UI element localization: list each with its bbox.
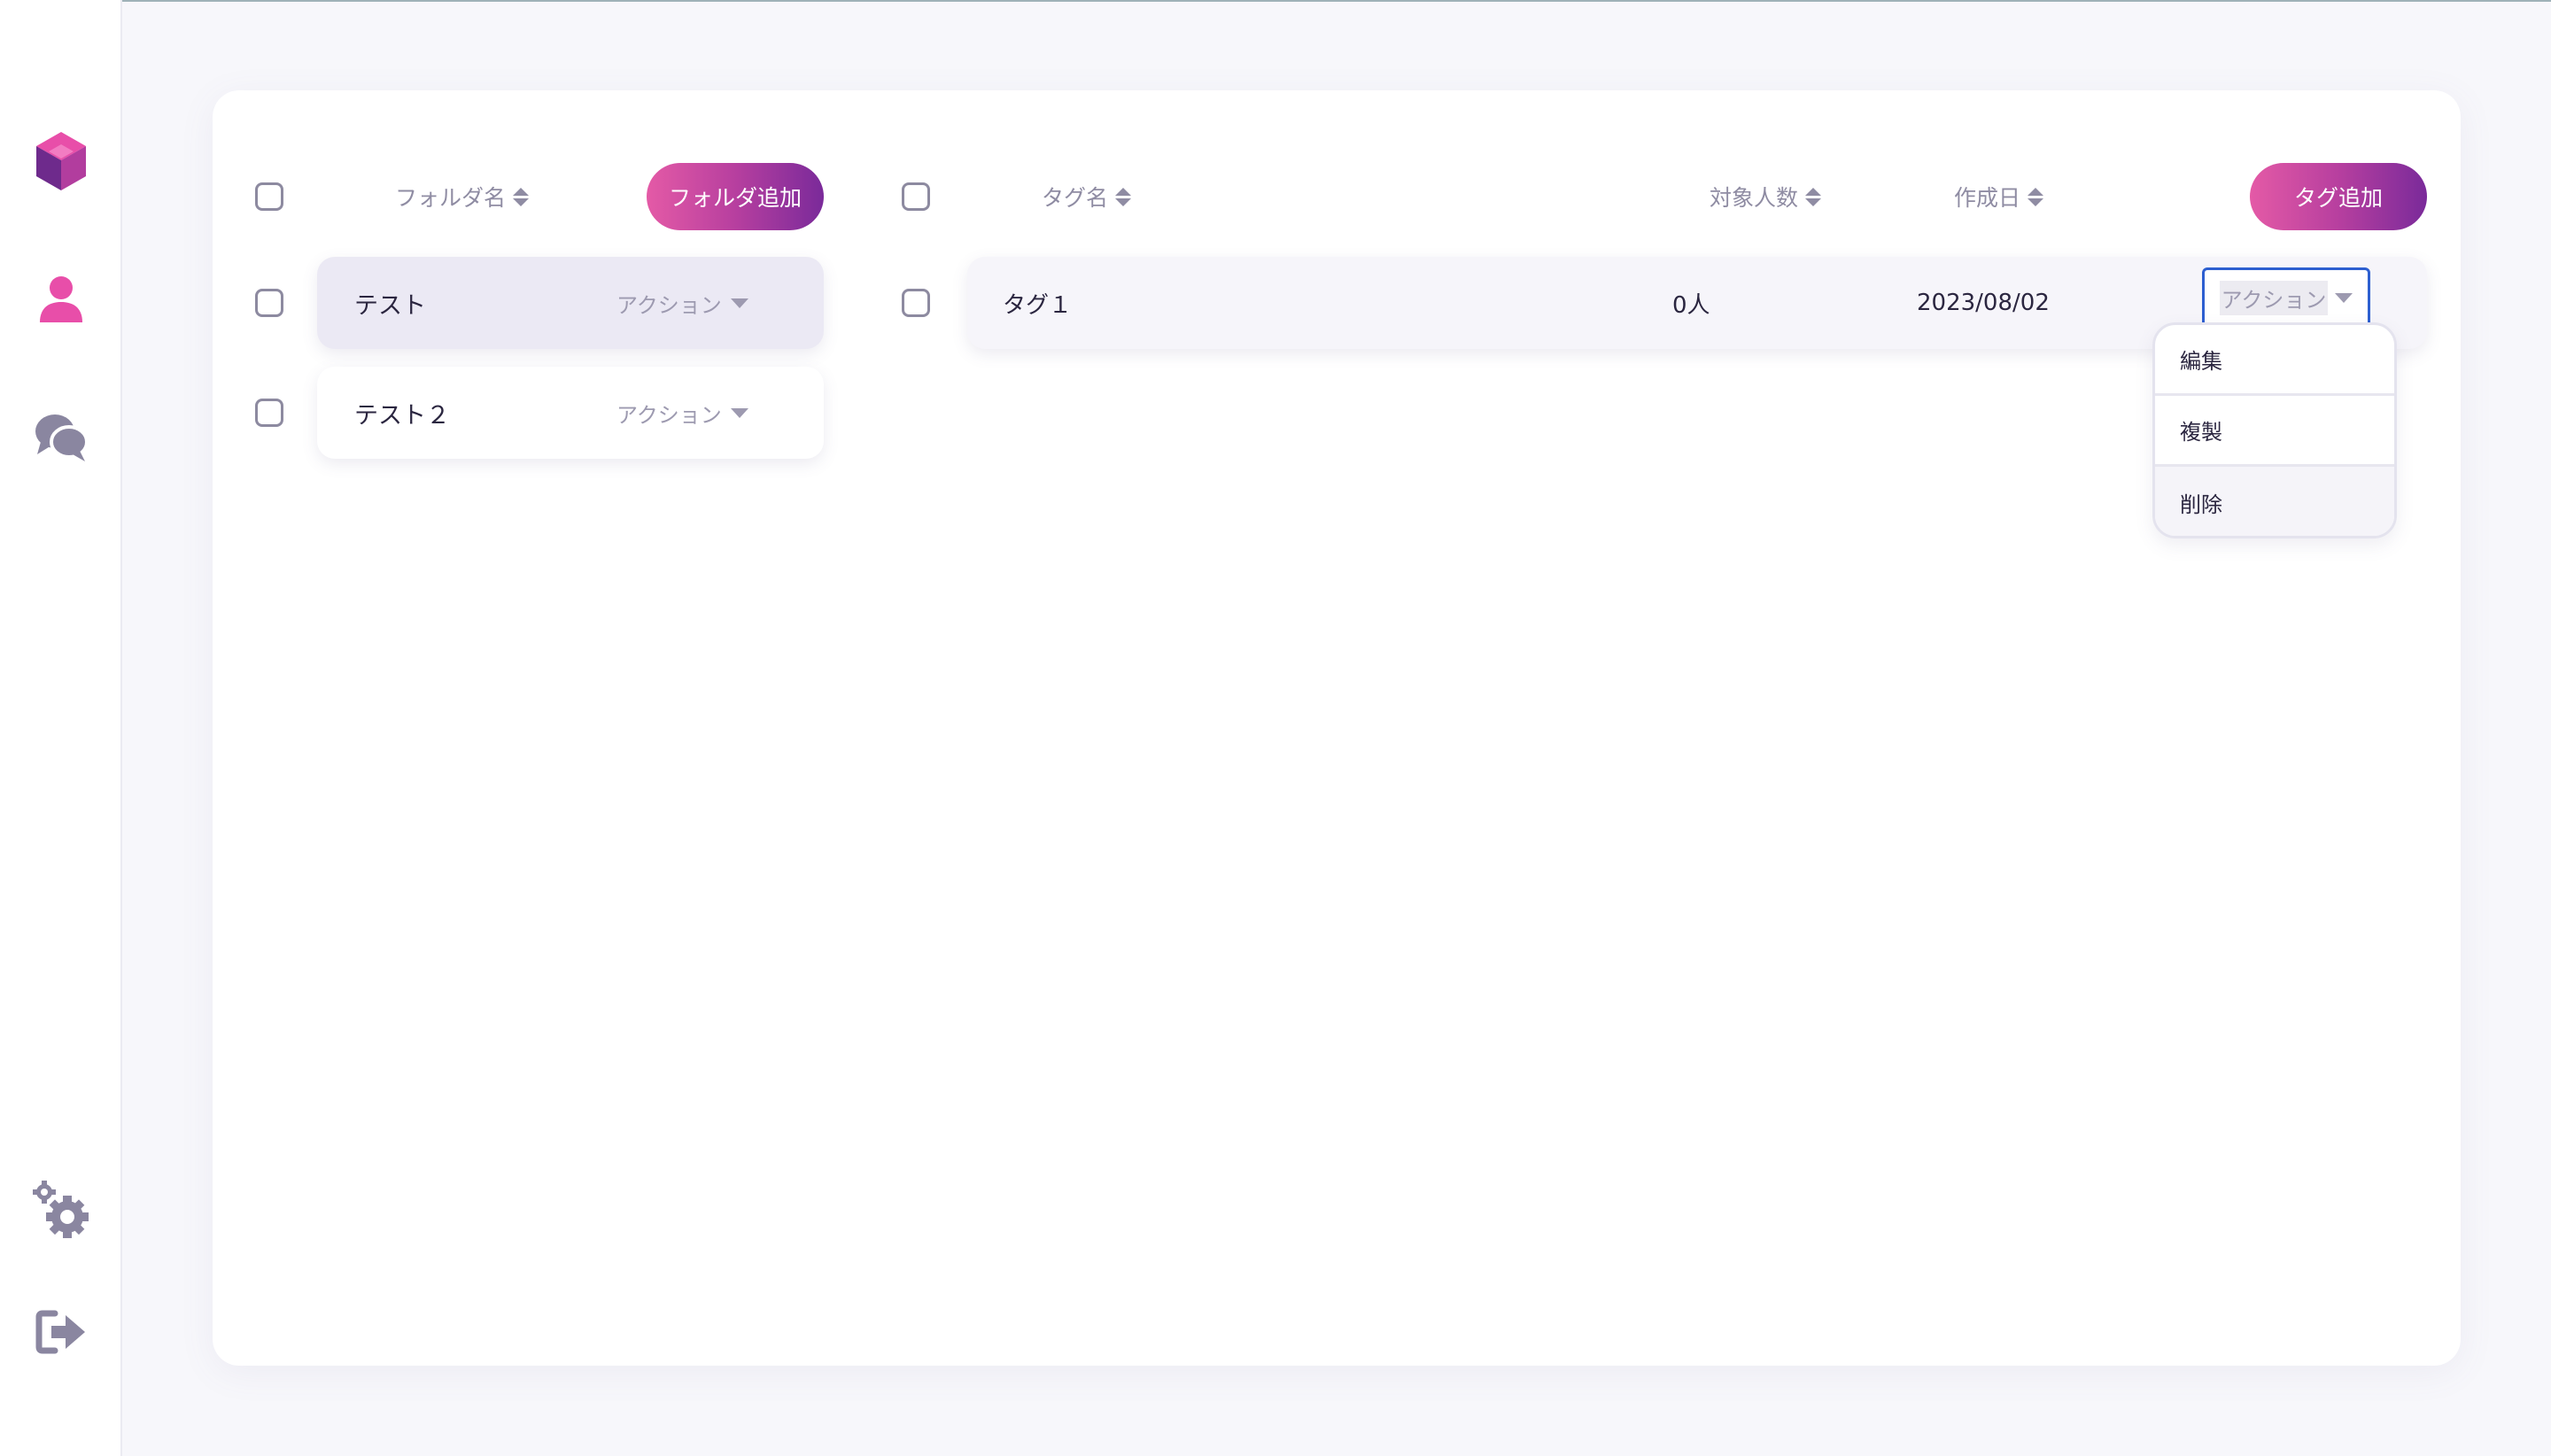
sort-icon [1805,187,1822,206]
created-date-header-label: 作成日 [1954,185,2021,211]
tag-name: タグ１ [1003,291,1073,319]
cube-logo-icon [36,132,86,190]
menu-item-edit[interactable]: 編集 [2155,325,2394,396]
chat-icon [35,414,89,461]
add-folder-button[interactable]: フォルダ追加 [647,163,824,230]
target-count-header-label: 対象人数 [1710,185,1799,211]
tag-name-header[interactable]: タグ名 [1042,179,1132,214]
tag-action-label: アクション [2219,280,2329,315]
folder-name-header-label: フォルダ名 [395,185,507,211]
caret-down-icon [730,298,748,308]
window-top-border [0,0,2551,2]
tag-target-count: 0人 [1672,291,1710,319]
tag-row-checkbox[interactable] [902,289,930,317]
folder-row[interactable]: テスト２ アクション [317,367,824,459]
folder-name: テスト２ [354,401,450,430]
target-count-header[interactable]: 対象人数 [1710,179,1822,214]
tag-action-dropdown[interactable]: アクション [2202,267,2370,328]
tag-created-date: 2023/08/02 [1917,290,2050,316]
sidebar-item-users[interactable] [0,266,122,333]
tag-name-header-label: タグ名 [1042,185,1109,211]
add-tag-button[interactable]: タグ追加 [2250,163,2427,230]
folder-action-dropdown[interactable]: アクション [616,288,748,319]
main-card: フォルダ名 フォルダ追加 テスト アクション テスト２ アクション タグ名 対象… [213,90,2461,1366]
app-logo[interactable] [0,128,122,195]
folder-row-checkbox[interactable] [255,399,283,427]
sort-icon [1115,187,1132,206]
folder-action-label: アクション [616,292,722,318]
folder-name-header[interactable]: フォルダ名 [395,179,530,214]
sidebar-item-logout[interactable] [0,1298,122,1366]
caret-down-icon [730,407,748,418]
folder-name: テスト [354,291,426,320]
logout-icon [35,1310,85,1354]
folder-action-dropdown[interactable]: アクション [616,398,748,429]
folder-row[interactable]: テスト アクション [317,257,824,349]
action-menu: 編集 複製 削除 [2152,322,2397,538]
folder-action-label: アクション [616,402,722,428]
gear-icon [33,1181,89,1238]
folder-select-all-checkbox[interactable] [255,182,283,211]
sidebar-item-chat[interactable] [0,404,122,471]
folder-row-checkbox[interactable] [255,289,283,317]
sort-icon [513,187,530,206]
sort-icon [2028,187,2044,206]
created-date-header[interactable]: 作成日 [1954,179,2044,214]
sidebar-item-settings[interactable] [0,1173,122,1249]
sidebar [0,0,122,1456]
menu-item-duplicate[interactable]: 複製 [2155,396,2394,467]
menu-item-delete[interactable]: 削除 [2155,467,2394,536]
user-icon [40,276,82,322]
tag-select-all-checkbox[interactable] [902,182,930,211]
caret-down-icon [2335,292,2353,303]
